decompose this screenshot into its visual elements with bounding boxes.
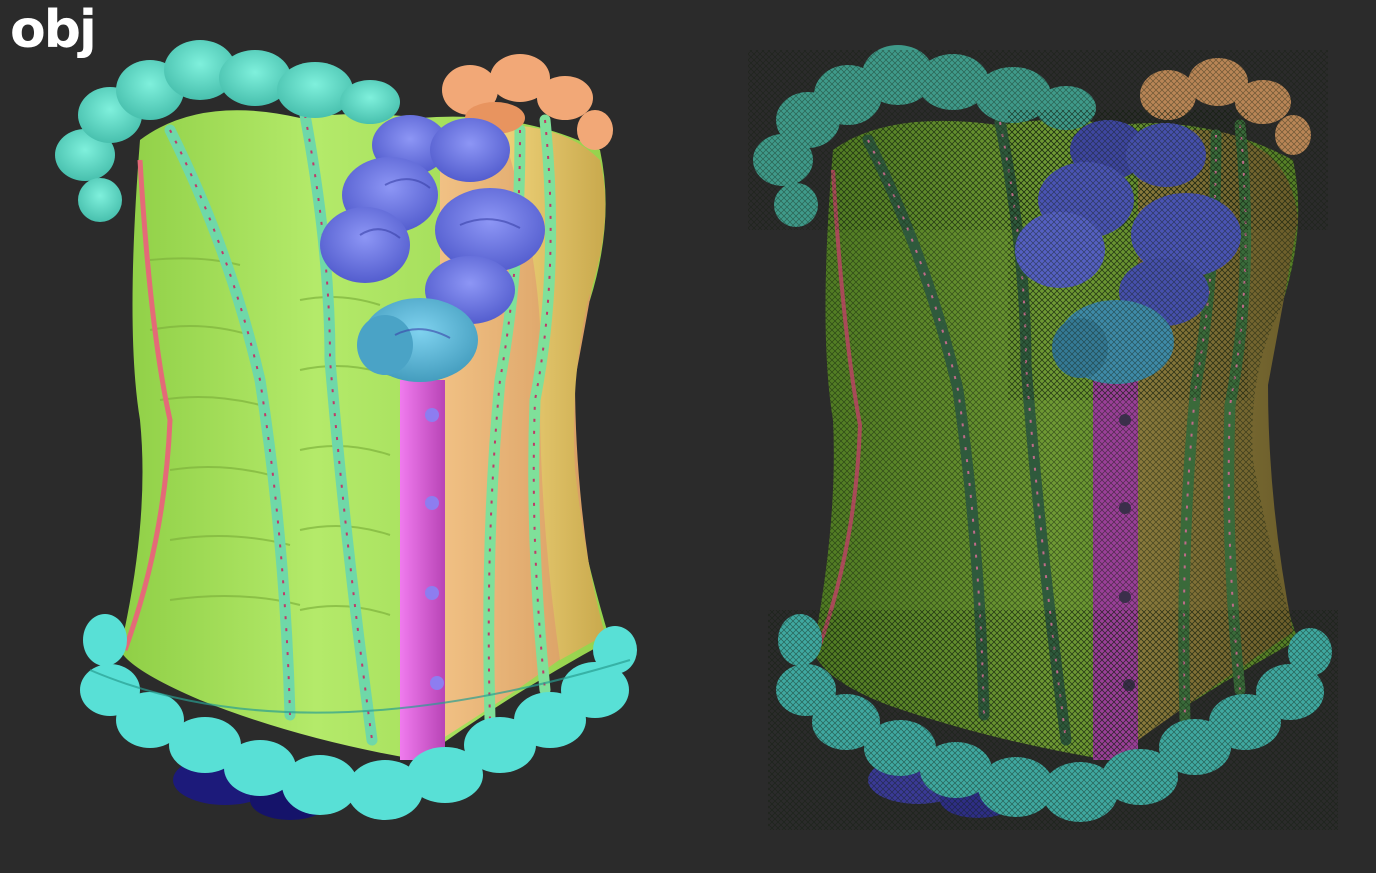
wireframe-corset-view — [688, 0, 1376, 873]
busk-clasp — [425, 408, 439, 422]
busk-clasp — [425, 496, 439, 510]
wireframe-corset-svg — [748, 45, 1338, 830]
bottom-ruffle-wire — [768, 610, 1338, 830]
busk-clasp — [430, 676, 444, 690]
shaded-corset-svg — [55, 40, 637, 820]
flower-wire — [1008, 110, 1248, 400]
shaded-corset-view — [0, 0, 688, 873]
busk-clasp — [425, 586, 439, 600]
